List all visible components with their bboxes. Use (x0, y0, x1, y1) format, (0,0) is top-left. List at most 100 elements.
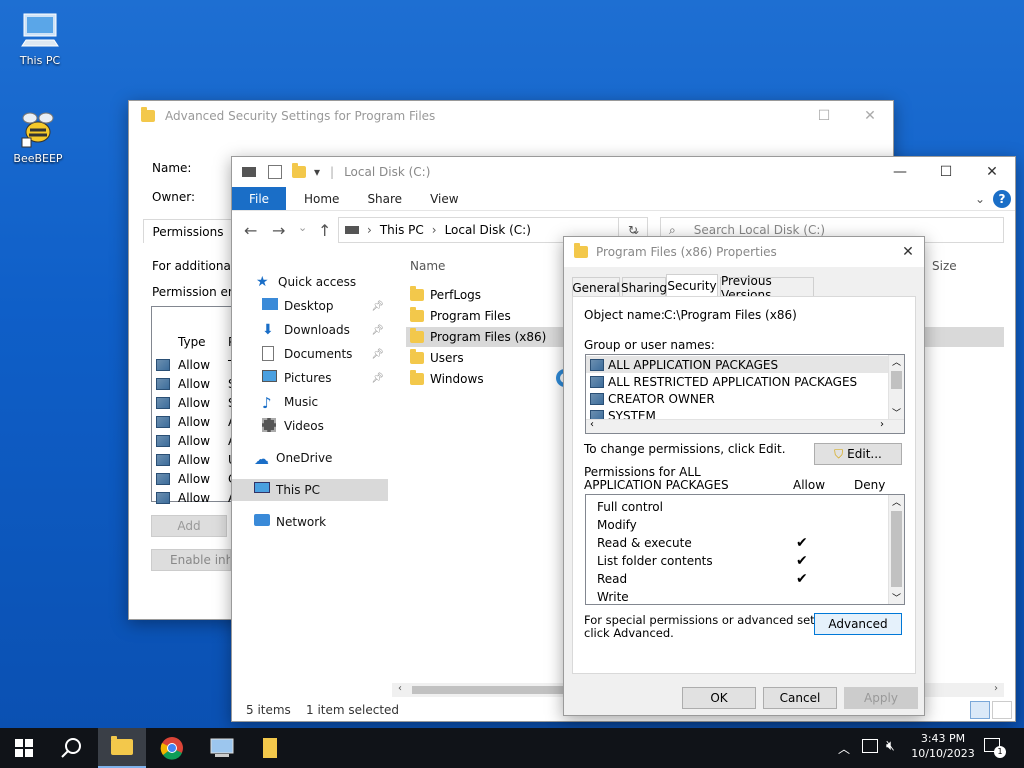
ribbon-tab-file[interactable]: File (232, 187, 286, 210)
table-row[interactable]: AllowC (154, 469, 240, 488)
nav-item-desktop[interactable]: Desktop 📌︎ (232, 295, 388, 317)
start-button[interactable] (0, 728, 48, 768)
table-row[interactable]: AllowA (154, 431, 240, 450)
permission-entries-list[interactable]: Type P AllowTAllowSAllowSAllowAAllowAAll… (151, 306, 241, 505)
nav-item-music[interactable]: ♪ Music (232, 391, 388, 413)
tab-sharing[interactable]: Sharing (621, 277, 667, 297)
nav-item-label: Videos (284, 419, 324, 433)
special-permissions-line1: For special permissions or advanced sett… (584, 613, 847, 627)
pin-icon[interactable]: 📌︎ (371, 301, 384, 312)
advanced-button[interactable]: Advanced (814, 613, 902, 635)
ok-button[interactable]: OK (682, 687, 756, 709)
nav-item-label: Desktop (284, 299, 334, 313)
desktop-icon-label: BeeBEEP (13, 152, 63, 165)
volume-muted-icon[interactable]: 🔇︎ (886, 738, 895, 754)
nav-item-label: Network (276, 515, 327, 529)
new-folder-icon[interactable] (292, 163, 306, 178)
pin-icon[interactable]: 📌︎ (371, 349, 384, 360)
taskbar-folder[interactable] (246, 728, 294, 768)
enable-inheritance-button[interactable]: Enable inhe (151, 549, 231, 571)
forward-button[interactable]: → (272, 221, 285, 240)
desktop-icon-beebeep[interactable]: BeeBEEP (6, 106, 70, 165)
maximize-button[interactable]: ☐ (801, 101, 847, 131)
maximize-button[interactable]: ☐ (923, 157, 969, 187)
file-row[interactable]: Program Files (410, 306, 511, 326)
nav-item-videos[interactable]: Videos (232, 415, 388, 437)
taskbar-chrome[interactable] (148, 728, 196, 768)
list-item[interactable]: ALL RESTRICTED APPLICATION PACKAGES (586, 373, 888, 390)
group-list-hscrollbar[interactable]: ‹ › (586, 419, 904, 433)
breadcrumb-local-disk[interactable]: Local Disk (C:) (445, 223, 531, 237)
clock[interactable]: 3:43 PM 10/10/2023 (910, 732, 976, 760)
cancel-button[interactable]: Cancel (763, 687, 837, 709)
nav-item-network[interactable]: Network (232, 511, 388, 533)
recent-dropdown-icon[interactable]: ⌄ (298, 221, 307, 234)
tab-general[interactable]: General (572, 277, 620, 297)
tab-permissions[interactable]: Permissions (143, 219, 233, 243)
permission-row: Write (586, 588, 888, 604)
computer-icon (18, 8, 62, 52)
nav-item-documents[interactable]: Documents 📌︎ (232, 343, 388, 365)
search-button[interactable] (48, 728, 96, 768)
taskbar-file-explorer[interactable] (98, 728, 146, 768)
nav-item-this-pc[interactable]: This PC (232, 479, 388, 501)
table-row[interactable]: AllowT (154, 355, 240, 374)
file-row[interactable]: PerfLogs (410, 285, 481, 305)
breadcrumb-this-pc[interactable]: This PC (380, 223, 424, 237)
large-icons-view-button[interactable] (992, 701, 1012, 719)
column-name[interactable]: Name (410, 259, 445, 273)
group-list-scrollbar[interactable]: ︿ ﹀ (888, 355, 904, 419)
nav-item-label: Pictures (284, 371, 332, 385)
nav-item-onedrive[interactable]: ☁ OneDrive (232, 447, 388, 469)
tray-chevron-icon[interactable]: ︿ (838, 740, 850, 757)
ribbon-tab-home[interactable]: Home (286, 187, 357, 210)
tab-security[interactable]: Security (666, 274, 718, 297)
minimize-button[interactable]: — (877, 157, 923, 187)
help-icon[interactable]: ? (993, 190, 1011, 208)
table-row[interactable]: AllowS (154, 374, 240, 393)
apply-button[interactable]: Apply (844, 687, 918, 709)
taskbar-network-app[interactable] (198, 728, 246, 768)
entry-type: Allow (178, 357, 211, 372)
back-button[interactable]: ← (244, 221, 257, 240)
column-size[interactable]: Size (932, 259, 957, 273)
table-row[interactable]: AllowU (154, 450, 240, 469)
details-view-button[interactable] (970, 701, 990, 719)
desktop-icon-this-pc[interactable]: This PC (8, 8, 72, 67)
table-row[interactable]: AllowA (154, 412, 240, 431)
notification-button[interactable]: 1 (984, 738, 1006, 758)
table-row[interactable]: AllowA (154, 488, 240, 507)
list-item[interactable]: CREATOR OWNER (586, 390, 888, 407)
permissions-scrollbar[interactable]: ︿ ﹀ (888, 495, 904, 604)
file-row[interactable]: Users (410, 348, 464, 368)
close-button[interactable]: ✕ (847, 101, 893, 131)
nav-item-quick-access[interactable]: ★ Quick access (232, 271, 388, 293)
add-button[interactable]: Add (151, 515, 227, 537)
ribbon-tab-share[interactable]: Share (357, 187, 412, 210)
edit-button[interactable]: ⛉ Edit... (814, 443, 902, 465)
entry-type: Allow (178, 471, 211, 486)
close-button[interactable]: ✕ (969, 157, 1015, 187)
owner-label: Owner: (152, 190, 196, 204)
file-row[interactable]: Program Files (x86) (410, 327, 546, 347)
ribbon-expand-icon[interactable]: ⌄ (975, 187, 993, 210)
network-tray-icon[interactable] (862, 739, 878, 753)
file-row[interactable]: Windows (410, 369, 484, 389)
properties-icon[interactable] (268, 165, 282, 179)
ribbon-tab-view[interactable]: View (412, 187, 476, 210)
allow-column-header: Allow (793, 478, 826, 492)
drive-icon (345, 226, 359, 234)
group-user-list[interactable]: ALL APPLICATION PACKAGES ALL RESTRICTED A… (585, 354, 905, 434)
pin-icon[interactable]: 📌︎ (371, 373, 384, 384)
up-button[interactable]: ↑ (318, 221, 331, 240)
qat-dropdown-icon[interactable]: ▾ (314, 165, 320, 179)
nav-item-downloads[interactable]: ⬇ Downloads 📌︎ (232, 319, 388, 341)
nav-item-pictures[interactable]: Pictures 📌︎ (232, 367, 388, 389)
pin-icon[interactable]: 📌︎ (371, 325, 384, 336)
column-type[interactable]: Type (178, 335, 206, 349)
table-row[interactable]: AllowS (154, 393, 240, 412)
tab-previous-versions[interactable]: Previous Versions (720, 274, 814, 302)
close-button[interactable]: ✕ (892, 237, 924, 267)
permissions-for-line1: Permissions for ALL (584, 465, 701, 479)
list-item[interactable]: ALL APPLICATION PACKAGES (586, 356, 888, 373)
